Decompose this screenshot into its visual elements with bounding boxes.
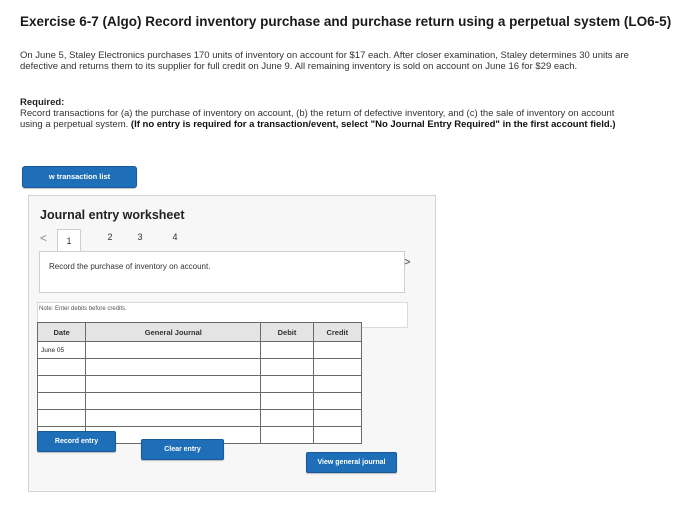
credit-input[interactable] (312, 341, 363, 359)
journal-entry-table: Date General Journal Debit Credit June 0… (36, 322, 363, 444)
record-entry-button[interactable]: Record entry (37, 431, 116, 452)
credit-input[interactable] (312, 375, 363, 393)
debit-input[interactable] (260, 341, 314, 359)
clear-entry-button[interactable]: Clear entry (141, 439, 224, 460)
credit-input[interactable] (312, 358, 363, 376)
account-input[interactable] (85, 358, 262, 376)
worksheet-title: Journal entry worksheet (40, 208, 185, 222)
credit-input[interactable] (312, 409, 363, 427)
journal-entry-worksheet: Journal entry worksheet < 1 2 3 4 > Reco… (28, 195, 436, 492)
date-cell[interactable]: June 05 (36, 341, 87, 359)
debit-input[interactable] (260, 426, 314, 444)
prev-arrow-icon[interactable]: < (40, 231, 47, 245)
table-row (36, 375, 363, 393)
credit-column-header: Credit (312, 322, 363, 342)
required-instructions: Record transactions for (a) the purchase… (20, 108, 630, 130)
debit-input[interactable] (260, 375, 314, 393)
table-header-row: Date General Journal Debit Credit (36, 322, 363, 342)
tab-3[interactable]: 3 (133, 232, 147, 242)
instruction-box: Record the purchase of inventory on acco… (39, 251, 405, 293)
exercise-intro: On June 5, Staley Electronics purchases … (20, 50, 629, 72)
debit-column-header: Debit (260, 322, 314, 342)
required-bold-note: (If no entry is required for a transacti… (130, 119, 616, 130)
tab-4[interactable]: 4 (168, 232, 182, 242)
table-row (36, 358, 363, 376)
debit-input[interactable] (260, 409, 314, 427)
table-row (36, 392, 363, 410)
account-input[interactable] (85, 341, 262, 359)
credit-input[interactable] (312, 426, 363, 444)
account-input[interactable] (85, 409, 262, 427)
date-cell[interactable] (36, 358, 87, 376)
note-text: Note: Enter debits before credits. (39, 306, 127, 312)
account-input[interactable] (85, 392, 262, 410)
date-column-header: Date (36, 322, 87, 342)
debit-input[interactable] (260, 392, 314, 410)
general-journal-column-header: General Journal (85, 322, 262, 342)
table-row: June 05 (36, 341, 363, 359)
account-input[interactable] (85, 375, 262, 393)
view-general-journal-button[interactable]: View general journal (306, 452, 397, 473)
instruction-text: Record the purchase of inventory on acco… (49, 262, 211, 271)
credit-input[interactable] (312, 392, 363, 410)
view-transaction-list-button[interactable]: w transaction list (22, 166, 137, 188)
date-cell[interactable] (36, 409, 87, 427)
tab-1[interactable]: 1 (57, 229, 81, 252)
debit-input[interactable] (260, 358, 314, 376)
exercise-title: Exercise 6-7 (Algo) Record inventory pur… (20, 14, 672, 29)
required-label: Required: (20, 97, 65, 108)
tab-2[interactable]: 2 (103, 232, 117, 242)
table-row (36, 409, 363, 427)
date-cell[interactable] (36, 375, 87, 393)
date-cell[interactable] (36, 392, 87, 410)
